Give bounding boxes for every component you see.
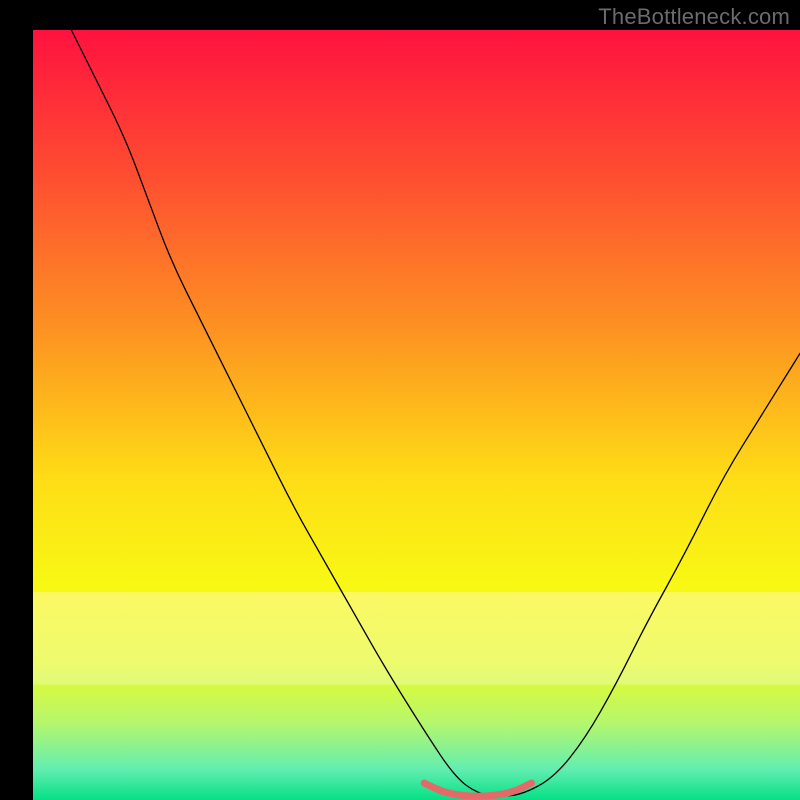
highlight-band [33,592,800,684]
watermark-text: TheBottleneck.com [598,4,790,30]
chart-frame: TheBottleneck.com [0,0,800,800]
bottleneck-chart [0,0,800,800]
